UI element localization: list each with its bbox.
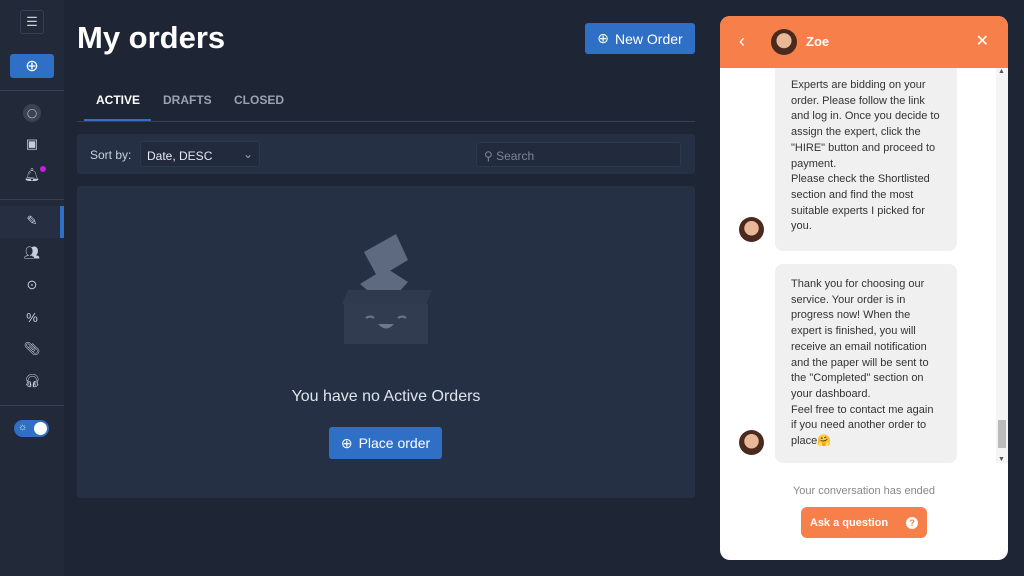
- tab-closed[interactable]: CLOSED: [234, 93, 284, 107]
- message-list: Experts are bidding on your order. Pleas…: [720, 68, 996, 463]
- tab-underline: [84, 119, 151, 121]
- wallet-icon[interactable]: ▣: [22, 134, 42, 154]
- new-order-label: New Order: [615, 30, 683, 47]
- conversation-ended: Your conversation has ended: [792, 485, 936, 497]
- tabs: ACTIVE DRAFTS CLOSED: [77, 86, 695, 122]
- tab-drafts[interactable]: DRAFTS: [163, 93, 212, 107]
- collapse-menu-icon[interactable]: ☰: [20, 10, 44, 34]
- active-indicator: [60, 206, 64, 238]
- back-icon[interactable]: ‹: [739, 31, 745, 52]
- search-placeholder: Search: [496, 149, 535, 163]
- tab-active[interactable]: ACTIVE: [96, 93, 140, 107]
- page-title: My orders: [77, 20, 226, 55]
- sort-select[interactable]: Date, DESC ⌄: [140, 141, 260, 167]
- agent-avatar: [739, 217, 764, 242]
- discount-icon[interactable]: %: [22, 307, 42, 327]
- sun-icon: ☼: [18, 422, 28, 433]
- search-icon: ⚲: [484, 149, 497, 163]
- new-order-sidebar-button[interactable]: ⊕: [10, 54, 54, 78]
- support-icon[interactable]: 🎧︎: [22, 371, 42, 391]
- agent-name: Zoe: [806, 34, 830, 49]
- theme-toggle[interactable]: ☼: [14, 420, 49, 437]
- plus-circle-icon: ⊕: [597, 30, 610, 46]
- chat-footer: Your conversation has ended Ask a questi…: [720, 476, 1008, 538]
- scroll-thumb[interactable]: [998, 420, 1006, 448]
- new-order-button[interactable]: ⊕ New Order: [585, 23, 695, 54]
- profile-icon[interactable]: ◯: [23, 104, 41, 122]
- ask-label: Ask a question: [809, 516, 889, 529]
- bell-icon[interactable]: 🔔︎: [22, 165, 42, 185]
- sort-value: Date, DESC: [147, 149, 213, 163]
- agent-avatar: [739, 430, 764, 455]
- sort-label: Sort by:: [90, 148, 132, 162]
- empty-box-illustration: [342, 234, 432, 344]
- toggle-knob: [34, 422, 47, 435]
- place-order-label: Place order: [358, 435, 431, 451]
- experts-icon[interactable]: 👥︎: [22, 243, 42, 263]
- close-icon[interactable]: ✕: [976, 31, 989, 51]
- question-bubble-icon: ?: [906, 516, 919, 529]
- search-input[interactable]: ⚲ Search: [476, 142, 681, 167]
- empty-message: You have no Active Orders: [291, 388, 481, 405]
- agent-avatar: [771, 29, 797, 55]
- chat-header: ‹ Zoe ✕: [720, 16, 1008, 68]
- ask-question-button[interactable]: Ask a question?: [801, 507, 927, 538]
- plus-circle-icon: ⊕: [340, 434, 353, 451]
- attachment-icon[interactable]: 📎︎: [22, 339, 42, 359]
- notification-dot: [40, 166, 46, 172]
- chat-icon[interactable]: ⊙: [22, 275, 42, 295]
- place-order-button[interactable]: ⊕ Place order: [329, 427, 442, 459]
- sidebar: ☰ ⊕ ◯ ▣ 🔔︎ ✎ 👥︎ ⊙ % 📎︎ 🎧︎ ☼: [0, 0, 64, 576]
- chat-widget: ‹ Zoe ✕ Experts are bidding on your orde…: [720, 16, 1008, 560]
- message-bubble: Experts are bidding on your order. Pleas…: [775, 68, 957, 251]
- toolbar: Sort by: Date, DESC ⌄ ⚲ Search: [77, 134, 695, 174]
- empty-state: You have no Active Orders ⊕ Place order: [77, 186, 695, 498]
- chat-scrollbar[interactable]: ▲ ▼: [996, 68, 1008, 463]
- message-bubble: Thank you for choosing our service. Your…: [775, 264, 957, 463]
- edit-orders-icon[interactable]: ✎: [22, 211, 42, 231]
- chevron-down-icon: ⌄: [242, 147, 253, 161]
